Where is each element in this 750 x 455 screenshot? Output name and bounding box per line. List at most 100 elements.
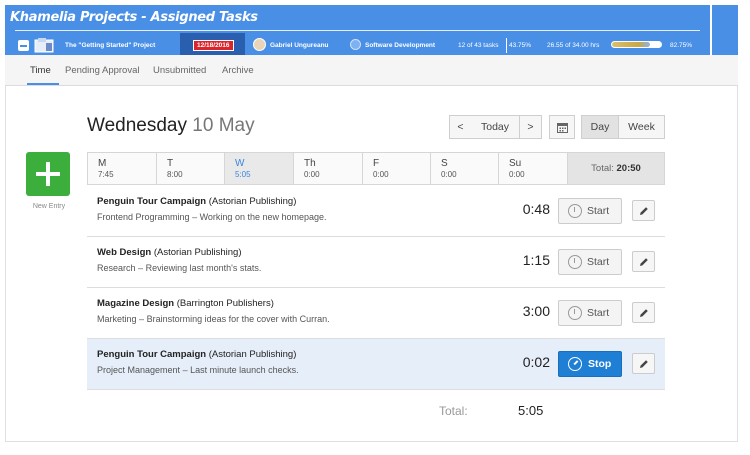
app-title: Khamelia Projects - Assigned Tasks <box>10 10 258 25</box>
collapse-icon[interactable] <box>18 40 29 51</box>
globe-icon <box>350 39 361 50</box>
entry-task: Marketing – Brainstorming ideas for the … <box>97 314 330 324</box>
week-day-tue[interactable]: T 8:00 <box>157 153 225 184</box>
start-label: Start <box>587 307 610 319</box>
project-name: Penguin Tour Campaign <box>97 196 207 207</box>
new-entry-button[interactable] <box>26 152 70 196</box>
day-total: 0:00 <box>509 170 525 179</box>
active-tab-indicator <box>27 83 59 85</box>
tab-unsubmitted[interactable]: Unsubmitted <box>153 65 206 76</box>
new-entry-label: New Entry <box>32 203 66 210</box>
project-name: Web Design <box>97 247 152 258</box>
day-total: 8:00 <box>167 170 183 179</box>
avatar <box>253 38 266 51</box>
edit-entry-button[interactable] <box>632 302 655 323</box>
start-label: Start <box>587 256 610 268</box>
tab-archive[interactable]: Archive <box>222 65 254 76</box>
entry-task: Frontend Programming – Working on the ne… <box>97 212 327 222</box>
department-name[interactable]: Software Development <box>365 42 435 49</box>
tab-bar: Time Pending Approval Unsubmitted Archiv… <box>5 55 738 86</box>
pencil-icon <box>640 207 648 215</box>
project-name: Penguin Tour Campaign <box>97 349 207 360</box>
day-total: 5:05 <box>235 170 251 179</box>
day-total: 0:00 <box>373 170 389 179</box>
entry-duration: 0:48 <box>522 201 550 217</box>
title-divider <box>15 30 700 31</box>
day-name: M <box>98 158 107 169</box>
entry-project: Penguin Tour Campaign (Astorian Publishi… <box>97 349 296 360</box>
time-entry-row[interactable]: Magazine Design (Barrington Publishers) … <box>87 288 665 339</box>
hours-percent: 82.75% <box>670 42 693 49</box>
week-day-mon[interactable]: M 7:45 <box>88 153 157 184</box>
day-name: Su <box>509 158 522 169</box>
calendar-button[interactable] <box>549 115 575 139</box>
day-name: S <box>441 158 448 169</box>
edit-entry-button[interactable] <box>632 200 655 221</box>
next-day-button[interactable]: > <box>519 115 542 139</box>
week-view-button[interactable]: Week <box>618 115 665 139</box>
week-strip: M 7:45 T 8:00 W 5:05 Th 0:00 F 0:00 S 0:… <box>87 152 665 185</box>
title-bar: Khamelia Projects - Assigned Tasks The "… <box>5 5 710 57</box>
day-name: Th <box>304 158 316 169</box>
clock-icon <box>568 306 582 320</box>
date-badge[interactable]: 12/18/2016 <box>193 40 234 51</box>
day-view-button[interactable]: Day <box>581 115 619 139</box>
user-name[interactable]: Gabriel Ungureanu <box>270 42 329 49</box>
edit-entry-button[interactable] <box>632 353 655 374</box>
separator: – <box>182 365 188 375</box>
week-day-wed[interactable]: W 5:05 <box>225 153 294 184</box>
info-divider <box>506 38 507 53</box>
start-timer-button[interactable]: Start <box>558 300 622 326</box>
day-total-label: Total: <box>439 404 468 418</box>
task-name: Marketing <box>97 314 137 324</box>
clock-icon <box>568 204 582 218</box>
week-total-label: Total: <box>591 163 614 174</box>
day-total: 0:00 <box>304 170 320 179</box>
hours-progress-fill <box>612 42 651 47</box>
day-total: 7:45 <box>98 170 114 179</box>
task-note: Brainstorming ideas for the cover with C… <box>146 314 330 324</box>
start-timer-button[interactable]: Start <box>558 249 622 275</box>
day-name: T <box>167 158 174 169</box>
stop-timer-button[interactable]: Stop <box>558 351 622 377</box>
entry-project: Magazine Design (Barrington Publishers) <box>97 298 274 309</box>
tab-time[interactable]: Time <box>30 65 51 76</box>
day-name: W <box>235 158 245 169</box>
prev-day-button[interactable]: < <box>449 115 472 139</box>
week-day-sat[interactable]: S 0:00 <box>431 153 499 184</box>
clock-icon <box>568 255 582 269</box>
separator: – <box>139 314 145 324</box>
task-name: Research <box>97 263 136 273</box>
today-button[interactable]: Today <box>471 115 520 139</box>
weekday-label: Wednesday <box>87 115 187 136</box>
week-day-sun[interactable]: Su 0:00 <box>499 153 568 184</box>
start-label: Start <box>587 205 610 217</box>
start-timer-button[interactable]: Start <box>558 198 622 224</box>
tab-pending-approval[interactable]: Pending Approval <box>65 65 139 76</box>
client-name: (Astorian Publishing) <box>153 247 242 258</box>
entry-duration: 1:15 <box>522 252 550 268</box>
time-entry-row[interactable]: Penguin Tour Campaign (Astorian Publishi… <box>87 186 665 237</box>
hours-progress-bar <box>611 41 662 48</box>
time-entry-row-running[interactable]: Penguin Tour Campaign (Astorian Publishi… <box>87 339 665 390</box>
pencil-icon <box>640 258 648 266</box>
tasks-percent: 43.75% <box>509 42 532 49</box>
week-day-fri[interactable]: F 0:00 <box>363 153 431 184</box>
pencil-icon <box>640 309 648 317</box>
entry-duration: 0:02 <box>522 354 550 370</box>
time-entry-row[interactable]: Web Design (Astorian Publishing) Researc… <box>87 237 665 288</box>
edit-entry-button[interactable] <box>632 251 655 272</box>
entry-task: Research – Reviewing last month's stats. <box>97 263 261 273</box>
day-name: F <box>373 158 380 169</box>
week-total: Total: 20:50 <box>568 153 664 184</box>
clock-icon <box>568 357 582 371</box>
week-day-thu[interactable]: Th 0:00 <box>294 153 363 184</box>
client-name: (Astorian Publishing) <box>208 196 297 207</box>
entry-project: Penguin Tour Campaign (Astorian Publishi… <box>97 196 296 207</box>
tasks-count: 12 of 43 tasks <box>458 42 499 49</box>
project-name[interactable]: The "Getting Started" Project <box>65 42 155 49</box>
calendar-icon <box>556 123 568 133</box>
date-label: 10 May <box>192 115 255 136</box>
day-total-value: 5:05 <box>518 403 544 418</box>
task-note: Reviewing last month's stats. <box>145 263 262 273</box>
